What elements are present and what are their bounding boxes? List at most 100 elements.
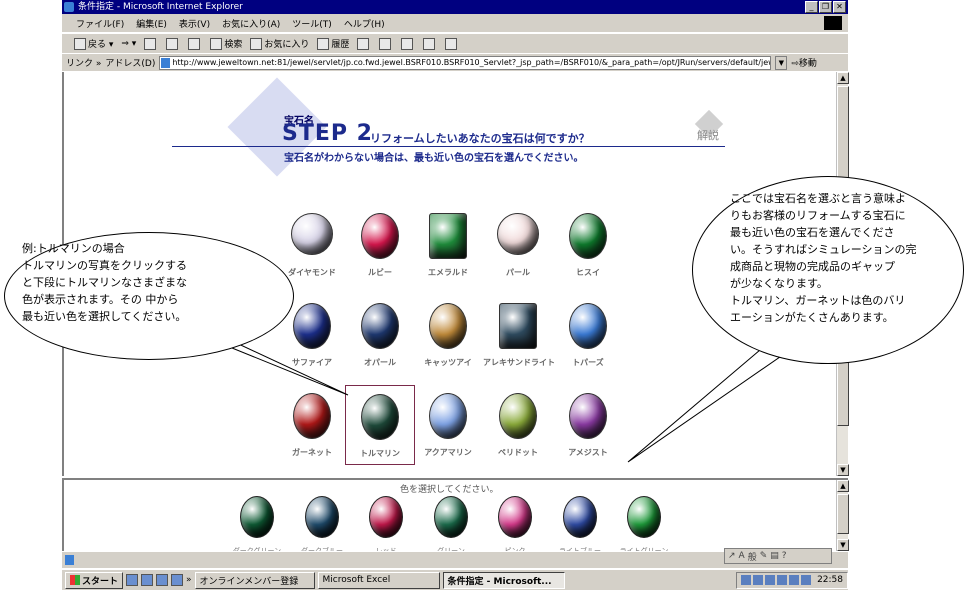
tray-icon[interactable]	[741, 575, 752, 585]
menu-file[interactable]: ファイル(F)	[76, 17, 124, 30]
gem-option[interactable]: オパール	[345, 295, 415, 375]
scroll-down-arrow[interactable]: ▼	[837, 464, 849, 476]
print-icon[interactable]	[379, 37, 392, 50]
favorites-button[interactable]: お気に入り	[250, 37, 309, 51]
gem-label: トルマリン	[360, 449, 400, 458]
gem-option[interactable]: ペリドット	[483, 385, 553, 465]
help-button[interactable]: 解説	[693, 109, 727, 142]
gem-option[interactable]: アクアマリン	[413, 385, 483, 465]
window-controls: _ ❐ ✕	[805, 1, 846, 13]
outlook-quicklaunch-icon[interactable]	[171, 574, 184, 586]
address-url: http://www.jeweltown.net:81/jewel/servle…	[172, 57, 772, 67]
color-gem-image	[563, 496, 597, 538]
gem-option[interactable]: パール	[483, 205, 553, 285]
scroll-up-arrow[interactable]: ▲	[837, 72, 849, 84]
color-option[interactable]: ライトブルー	[550, 494, 610, 556]
gem-image	[293, 393, 331, 439]
gem-option[interactable]: トルマリン	[345, 385, 415, 465]
links-button[interactable]: リンク »	[66, 56, 101, 69]
ime-toolbar[interactable]: ↗ A 般 ✎ ▤ ?	[724, 548, 832, 564]
color-option[interactable]: グリーン	[421, 494, 481, 556]
taskbar: スタート » オンラインメンバー登録 Microsoft Excel 条件指定 …	[62, 569, 848, 590]
minimize-button[interactable]: _	[805, 1, 818, 13]
bottom-frame-scrollbar[interactable]: ▲ ▼	[836, 480, 849, 551]
tray-icon[interactable]	[765, 575, 776, 585]
messenger-icon[interactable]	[445, 37, 458, 50]
window-title-bar[interactable]: 条件指定 - Microsoft Internet Explorer _ ❐ ✕	[62, 0, 848, 14]
menu-tools[interactable]: ツール(T)	[292, 17, 332, 30]
ime-a-icon[interactable]: A	[739, 551, 745, 561]
discuss-icon[interactable]	[423, 37, 436, 50]
gem-option[interactable]: エメラルド	[413, 205, 483, 285]
quicklaunch-more[interactable]: »	[186, 575, 192, 585]
task-member-registration[interactable]: オンラインメンバー登録	[194, 571, 315, 589]
tray-icon[interactable]	[753, 575, 764, 585]
address-dropdown-button[interactable]: ▼	[775, 55, 788, 70]
gem-option[interactable]: アレキサンドライト	[483, 295, 555, 375]
gem-image	[569, 393, 607, 439]
menu-favorites[interactable]: お気に入り(A)	[222, 17, 280, 30]
ime-mode-icon[interactable]: ↗	[728, 551, 736, 561]
desktop-quicklaunch-icon[interactable]	[141, 574, 154, 586]
gem-label: トパーズ	[572, 358, 604, 367]
scroll-thumb[interactable]	[837, 494, 849, 534]
menu-edit[interactable]: 編集(E)	[136, 17, 167, 30]
gem-option[interactable]: キャッツアイ	[413, 295, 483, 375]
gem-option[interactable]: トパーズ	[553, 295, 623, 375]
gem-label: ペリドット	[498, 448, 538, 457]
back-arrow-icon	[74, 38, 86, 51]
home-icon[interactable]	[188, 37, 201, 50]
windows-flag-icon	[70, 575, 80, 585]
forward-button[interactable]: ⇒ ▾	[121, 39, 136, 49]
task-excel[interactable]: Microsoft Excel	[317, 571, 440, 589]
gem-option[interactable]: ガーネット	[277, 385, 347, 465]
address-input[interactable]: http://www.jeweltown.net:81/jewel/servle…	[159, 55, 772, 70]
menu-bar: ファイル(F) 編集(E) 表示(V) お気に入り(A) ツール(T) ヘルプ(…	[62, 14, 848, 32]
history-button[interactable]: 履歴	[317, 37, 349, 51]
go-button[interactable]: ⇨移動	[791, 56, 817, 69]
ime-pad-icon[interactable]: ▤	[770, 551, 779, 561]
gem-image	[293, 303, 331, 349]
stop-icon[interactable]	[144, 37, 157, 50]
menu-view[interactable]: 表示(V)	[179, 17, 210, 30]
ime-kanji-icon[interactable]: 般	[748, 550, 757, 563]
scroll-down-arrow[interactable]: ▼	[837, 539, 849, 551]
color-option[interactable]: ライトグリーン	[614, 494, 674, 556]
gem-label: ガーネット	[292, 448, 332, 457]
refresh-icon[interactable]	[166, 37, 179, 50]
gem-option[interactable]: アメジスト	[553, 385, 623, 465]
search-icon	[210, 38, 223, 51]
maximize-button[interactable]: ❐	[819, 1, 832, 13]
header-divider	[172, 146, 725, 147]
ime-help-icon[interactable]: ?	[782, 551, 787, 561]
color-option[interactable]: ピンク	[485, 494, 545, 556]
tray-icon[interactable]	[777, 575, 788, 585]
start-button[interactable]: スタート	[65, 571, 124, 589]
color-option[interactable]: ダークグリーン	[227, 494, 287, 556]
color-option[interactable]: レッド	[356, 494, 416, 556]
mail-icon[interactable]	[357, 37, 370, 50]
color-option[interactable]: ダークブルー	[292, 494, 352, 556]
tray-icon[interactable]	[789, 575, 800, 585]
gem-image	[569, 303, 607, 349]
gem-option[interactable]: ヒスイ	[553, 205, 623, 285]
close-button[interactable]: ✕	[833, 1, 846, 13]
scroll-up-arrow[interactable]: ▲	[837, 480, 849, 492]
media-quicklaunch-icon[interactable]	[156, 574, 169, 586]
gem-option[interactable]: ルビー	[345, 205, 415, 285]
edit-icon[interactable]	[401, 37, 414, 50]
ime-tool-icon[interactable]: ✎	[760, 551, 768, 561]
gem-image	[497, 213, 539, 255]
gem-image	[499, 393, 537, 439]
tray-icon[interactable]	[801, 575, 812, 585]
task-ie-active[interactable]: 条件指定 - Microsoft...	[442, 571, 565, 589]
ie-quicklaunch-icon[interactable]	[126, 574, 139, 586]
back-button[interactable]: 戻る ▾	[74, 37, 113, 51]
gem-option[interactable]: ダイヤモンド	[277, 205, 347, 285]
gem-label: ヒスイ	[576, 268, 600, 277]
search-button[interactable]: 検索	[210, 37, 242, 51]
step-subtitle: 宝石名がわからない場合は、最も近い色の宝石を選んでください。	[284, 153, 584, 164]
step-question: リフォームしたいあなたの宝石は何ですか？	[370, 132, 590, 145]
menu-help[interactable]: ヘルプ(H)	[344, 17, 385, 30]
gem-image	[361, 213, 399, 259]
